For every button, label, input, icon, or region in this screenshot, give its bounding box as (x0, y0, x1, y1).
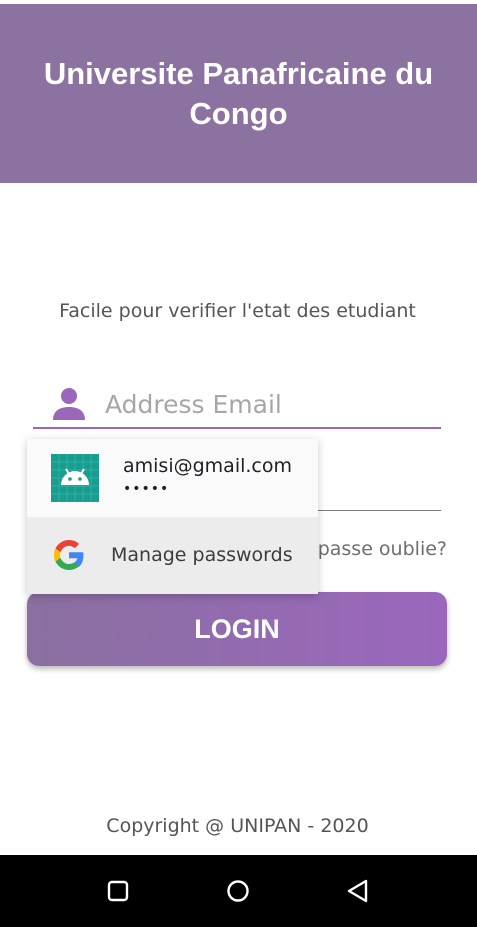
autofill-popup: amisi@gmail.com ••••• Manage passwords (27, 439, 318, 594)
email-field[interactable] (33, 380, 441, 429)
manage-passwords-item[interactable]: Manage passwords (27, 517, 318, 594)
account-masked-password: ••••• (123, 481, 170, 497)
copyright-text: Copyright @ UNIPAN - 2020 (106, 815, 369, 837)
email-input[interactable] (105, 386, 435, 422)
login-button[interactable]: LOGIN (27, 592, 447, 666)
subtitle: Facile pour verifier l'etat des etudiant (59, 300, 416, 322)
android-icon (51, 454, 99, 502)
system-nav-bar (0, 855, 477, 927)
forgot-password-link[interactable]: passe oublie? (318, 538, 447, 560)
manage-passwords-label: Manage passwords (111, 544, 293, 566)
app-header: Universite Panafricaine du Congo (0, 4, 477, 183)
google-icon (54, 540, 84, 570)
account-email: amisi@gmail.com (123, 455, 292, 477)
home-icon[interactable] (224, 877, 252, 905)
autofill-account-suggestion[interactable]: amisi@gmail.com ••••• (27, 439, 318, 517)
person-icon (53, 388, 85, 420)
recents-icon[interactable] (104, 877, 132, 905)
back-icon[interactable] (344, 877, 372, 905)
app-title: Universite Panafricaine du Congo (43, 55, 434, 131)
